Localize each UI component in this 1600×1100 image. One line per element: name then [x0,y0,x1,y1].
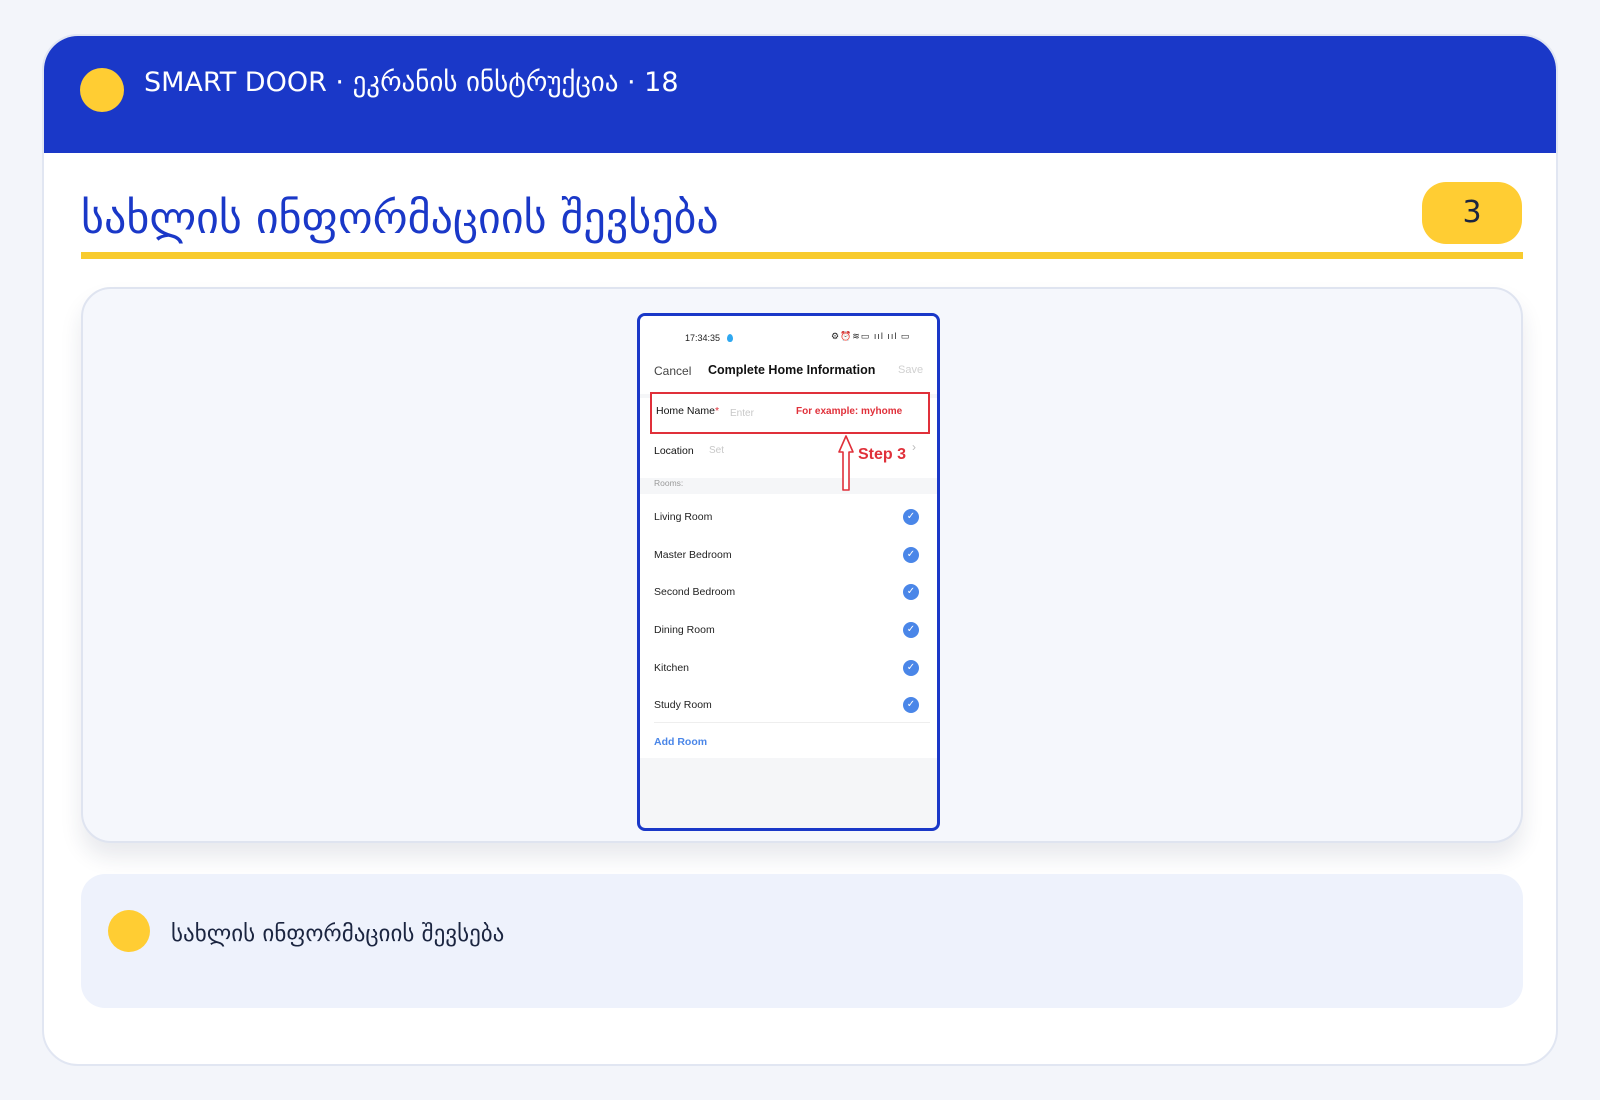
up-arrow-icon [838,435,854,491]
home-name-label-text: Home Name [656,405,715,417]
status-icons: ⚙⏰≋▭ ııl ııl ▭ [831,331,911,341]
add-room-button[interactable]: Add Room [654,736,707,748]
step-badge: 3 [1422,182,1522,244]
chevron-right-icon[interactable]: › [912,440,916,454]
location-label: Location [654,445,694,457]
checkmark-icon[interactable]: ✓ [903,547,919,563]
example-hint: For example: myhome [796,406,903,417]
home-name-row: Home Name* For example: myhome [650,392,930,434]
room-label: Study Room [654,699,712,711]
room-label: Second Bedroom [654,586,736,598]
rooms-header: Rooms: [654,478,684,488]
note-panel: სახლის ინფორმაციის შევსება [81,874,1523,1008]
room-row[interactable]: Second Bedroom ✓ [640,573,937,611]
checkmark-icon[interactable]: ✓ [903,660,919,676]
room-label: Master Bedroom [654,549,732,561]
step-annotation: Step 3 [858,446,907,463]
home-name-input[interactable] [730,403,785,423]
note-text: სახლის ინფორმაციის შევსება [171,921,505,947]
status-time: 17:34:35 [685,333,721,343]
page-title: სახლის ინფორმაციის შევსება [81,193,719,244]
nav-bar: Cancel Complete Home Information Save [640,350,937,394]
room-label: Kitchen [654,662,690,674]
header-dot-icon [80,68,124,112]
room-row[interactable]: Kitchen ✓ [640,649,937,687]
checkmark-icon[interactable]: ✓ [903,584,919,600]
room-row[interactable]: Master Bedroom ✓ [640,536,937,574]
room-row[interactable]: Study Room ✓ [640,686,937,724]
screenshot-panel: 17:34:35 ⚙⏰≋▭ ııl ııl ▭ Cancel Complete … [81,287,1523,843]
water-drop-icon [727,334,733,342]
status-bar: 17:34:35 ⚙⏰≋▭ ııl ııl ▭ [640,316,937,350]
save-button[interactable]: Save [898,364,923,376]
checkmark-icon[interactable]: ✓ [903,622,919,638]
nav-title: Complete Home Information [708,363,876,377]
cancel-button[interactable]: Cancel [654,364,691,378]
home-name-label: Home Name* [656,405,719,417]
instruction-card: SMART DOOR · ეკრანის ინსტრუქცია · 18 სახ… [42,34,1558,1066]
checkmark-icon[interactable]: ✓ [903,509,919,525]
header-bar: SMART DOOR · ეკრანის ინსტრუქცია · 18 [44,36,1556,153]
note-dot-icon [108,910,150,952]
checkmark-icon[interactable]: ✓ [903,697,919,713]
title-underline [81,252,1523,259]
room-label: Living Room [654,511,713,523]
room-row[interactable]: Living Room ✓ [640,498,937,536]
phone-screenshot: 17:34:35 ⚙⏰≋▭ ııl ııl ▭ Cancel Complete … [637,313,940,831]
room-row[interactable]: Dining Room ✓ [640,611,937,649]
header-title: SMART DOOR · ეკრანის ინსტრუქცია · 18 [144,67,679,98]
divider [654,722,930,723]
room-label: Dining Room [654,624,715,636]
location-value[interactable]: Set [709,445,724,456]
required-mark: * [714,405,720,417]
